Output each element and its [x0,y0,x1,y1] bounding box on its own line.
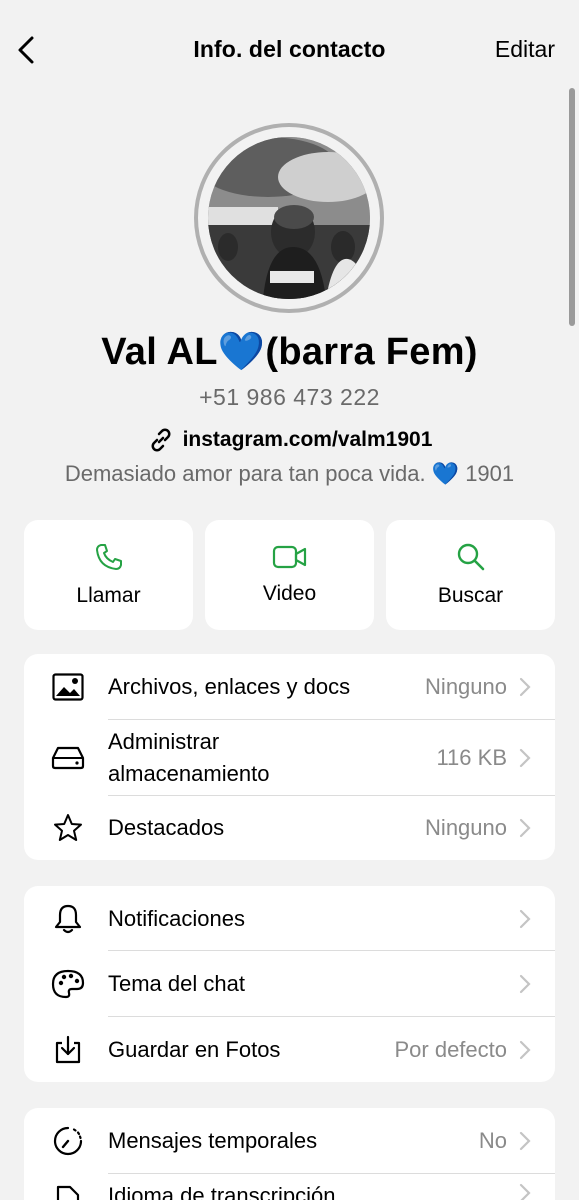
chevron-right-icon [519,677,531,697]
transcription-language-label: Idioma de transcripción [108,1183,336,1200]
link-icon [151,428,171,452]
navigation-bar: Info. del contacto Editar [0,0,579,100]
storage-label-line1: Administrar [108,729,220,754]
search-button[interactable]: Buscar [386,520,555,630]
profile-link[interactable]: instagram.com/valm1901 [0,426,579,454]
video-camera-icon [272,545,306,569]
media-card: Archivos, enlaces y docs Ninguno Adminis… [24,654,555,860]
media-files-label: Archivos, enlaces y docs [108,674,351,699]
page-title: Info. del contacto [193,36,386,62]
search-icon [457,543,484,571]
chevron-right-icon [519,748,531,768]
scroll-indicator[interactable] [569,88,575,326]
disappearing-messages-value: No [478,1128,507,1153]
storage-row[interactable]: Administrar almacenamiento 116 KB [24,720,555,796]
download-icon [50,1032,86,1068]
chevron-right-icon [519,818,531,838]
chat-theme-label: Tema del chat [108,971,245,996]
disappearing-messages-row[interactable]: Mensajes temporales No [24,1108,555,1174]
save-to-photos-row[interactable]: Guardar en Fotos Por defecto [24,1017,555,1082]
storage-value: 116 KB [436,745,507,770]
avatar-ring[interactable] [194,123,384,313]
call-label: Llamar [76,584,141,607]
storage-label: Administrar almacenamiento [108,726,436,790]
privacy-card: Mensajes temporales No Idioma de transcr… [24,1108,555,1200]
starred-label: Destacados [108,815,225,840]
save-to-photos-label: Guardar en Fotos [108,1036,281,1062]
starred-row[interactable]: Destacados Ninguno [24,796,555,860]
action-buttons: Llamar Video Buscar [24,520,555,630]
profile-link-text[interactable]: instagram.com/valm1901 [183,428,433,452]
star-icon [50,810,86,846]
phone-icon [95,544,122,570]
media-files-value: Ninguno [425,674,507,699]
avatar[interactable] [208,137,370,299]
call-button[interactable]: Llamar [24,520,193,630]
starred-value: Ninguno [425,815,507,840]
video-label: Video [262,582,317,605]
chat-theme-row[interactable]: Tema del chat [24,951,555,1017]
chevron-right-icon [519,1040,531,1060]
transcription-icon [50,1180,86,1200]
settings-card: Notificaciones Tema del chat Guardar en … [24,886,555,1082]
chevron-right-icon [519,1180,531,1200]
search-label: Buscar [437,584,504,607]
profile-photo [208,137,370,299]
photo-icon [50,669,86,705]
notifications-row[interactable]: Notificaciones [24,886,555,951]
notifications-label: Notificaciones [108,905,245,931]
storage-label-line2: almacenamiento [108,761,270,786]
contact-about: Demasiado amor para tan poca vida. 💙 190… [64,461,515,486]
timer-icon [50,1123,86,1159]
save-to-photos-value: Por defecto [394,1036,507,1062]
contact-info-screen: Info. del contacto Editar Val AL💙(barra … [0,0,579,1200]
disappearing-messages-label: Mensajes temporales [108,1128,318,1153]
chevron-right-icon [519,1131,531,1151]
palette-icon [50,966,86,1002]
chevron-right-icon [519,974,531,994]
video-button[interactable]: Video [205,520,374,630]
storage-drive-icon [50,740,86,776]
transcription-language-row[interactable]: Idioma de transcripción [24,1174,555,1200]
edit-button[interactable]: Editar [495,36,555,63]
chevron-right-icon [519,909,531,929]
media-files-row[interactable]: Archivos, enlaces y docs Ninguno [24,654,555,720]
contact-name: Val AL💙(barra Fem) [101,331,478,373]
contact-phone: +51 986 473 222 [199,384,380,410]
bell-icon [50,901,86,937]
